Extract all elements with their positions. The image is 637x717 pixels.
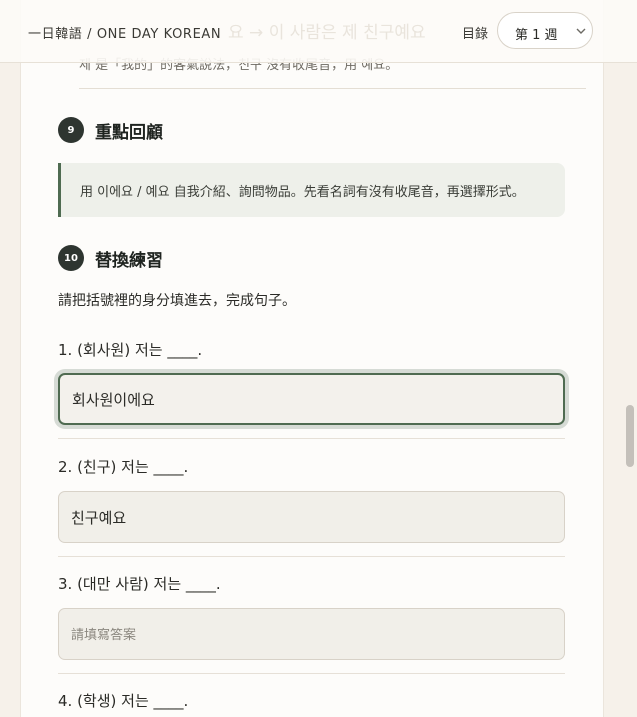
question-label: 1. (회사원) 저는 ____.: [58, 341, 203, 359]
brand-title[interactable]: 一日韓語 / ONE DAY KOREAN: [28, 23, 221, 42]
question-label: 2. (친구) 저는 ____.: [58, 458, 189, 476]
week-select[interactable]: 第 1 週: [497, 12, 593, 49]
section-number-badge: 9: [58, 117, 84, 143]
scrollbar-thumb[interactable]: [626, 405, 634, 467]
answer-input-1[interactable]: [58, 373, 565, 425]
top-bar: 요 → 이 사람은 제 친구예요 一日韓語 / ONE DAY KOREAN 目…: [0, 0, 637, 63]
summary-text: 用 이에요 / 예요 自我介紹、詢問物品。先看名詞有沒有收尾音，再選擇形式。: [80, 185, 525, 200]
summary-callout: 用 이에요 / 예요 自我介紹、詢問物品。先看名詞有沒有收尾音，再選擇形式。: [58, 163, 565, 217]
question-label: 3. (대만 사람) 저는 ____.: [58, 575, 221, 593]
divider: [58, 556, 565, 557]
chevron-down-icon: [576, 28, 586, 34]
divider: [58, 438, 565, 439]
section-10-heading: 10 替換練習: [58, 245, 163, 271]
answer-input-3[interactable]: [58, 608, 565, 660]
divider: [58, 673, 565, 674]
ghost-heading: 요 → 이 사람은 제 친구예요: [228, 23, 426, 43]
exercise-instruction: 請把括號裡的身分填進去，完成句子。: [58, 293, 296, 309]
divider: [79, 88, 586, 89]
scrollbar[interactable]: [622, 62, 637, 717]
week-select-value: 第 1 週: [515, 28, 558, 43]
toc-link[interactable]: 目錄: [462, 23, 488, 42]
section-number-badge: 10: [58, 245, 84, 271]
section-title: 重點回顧: [95, 122, 163, 143]
section-title: 替換練習: [95, 250, 163, 271]
question-label: 4. (학생) 저는 ____.: [58, 692, 189, 710]
section-9-heading: 9 重點回顧: [58, 117, 163, 143]
answer-input-2[interactable]: [58, 491, 565, 543]
